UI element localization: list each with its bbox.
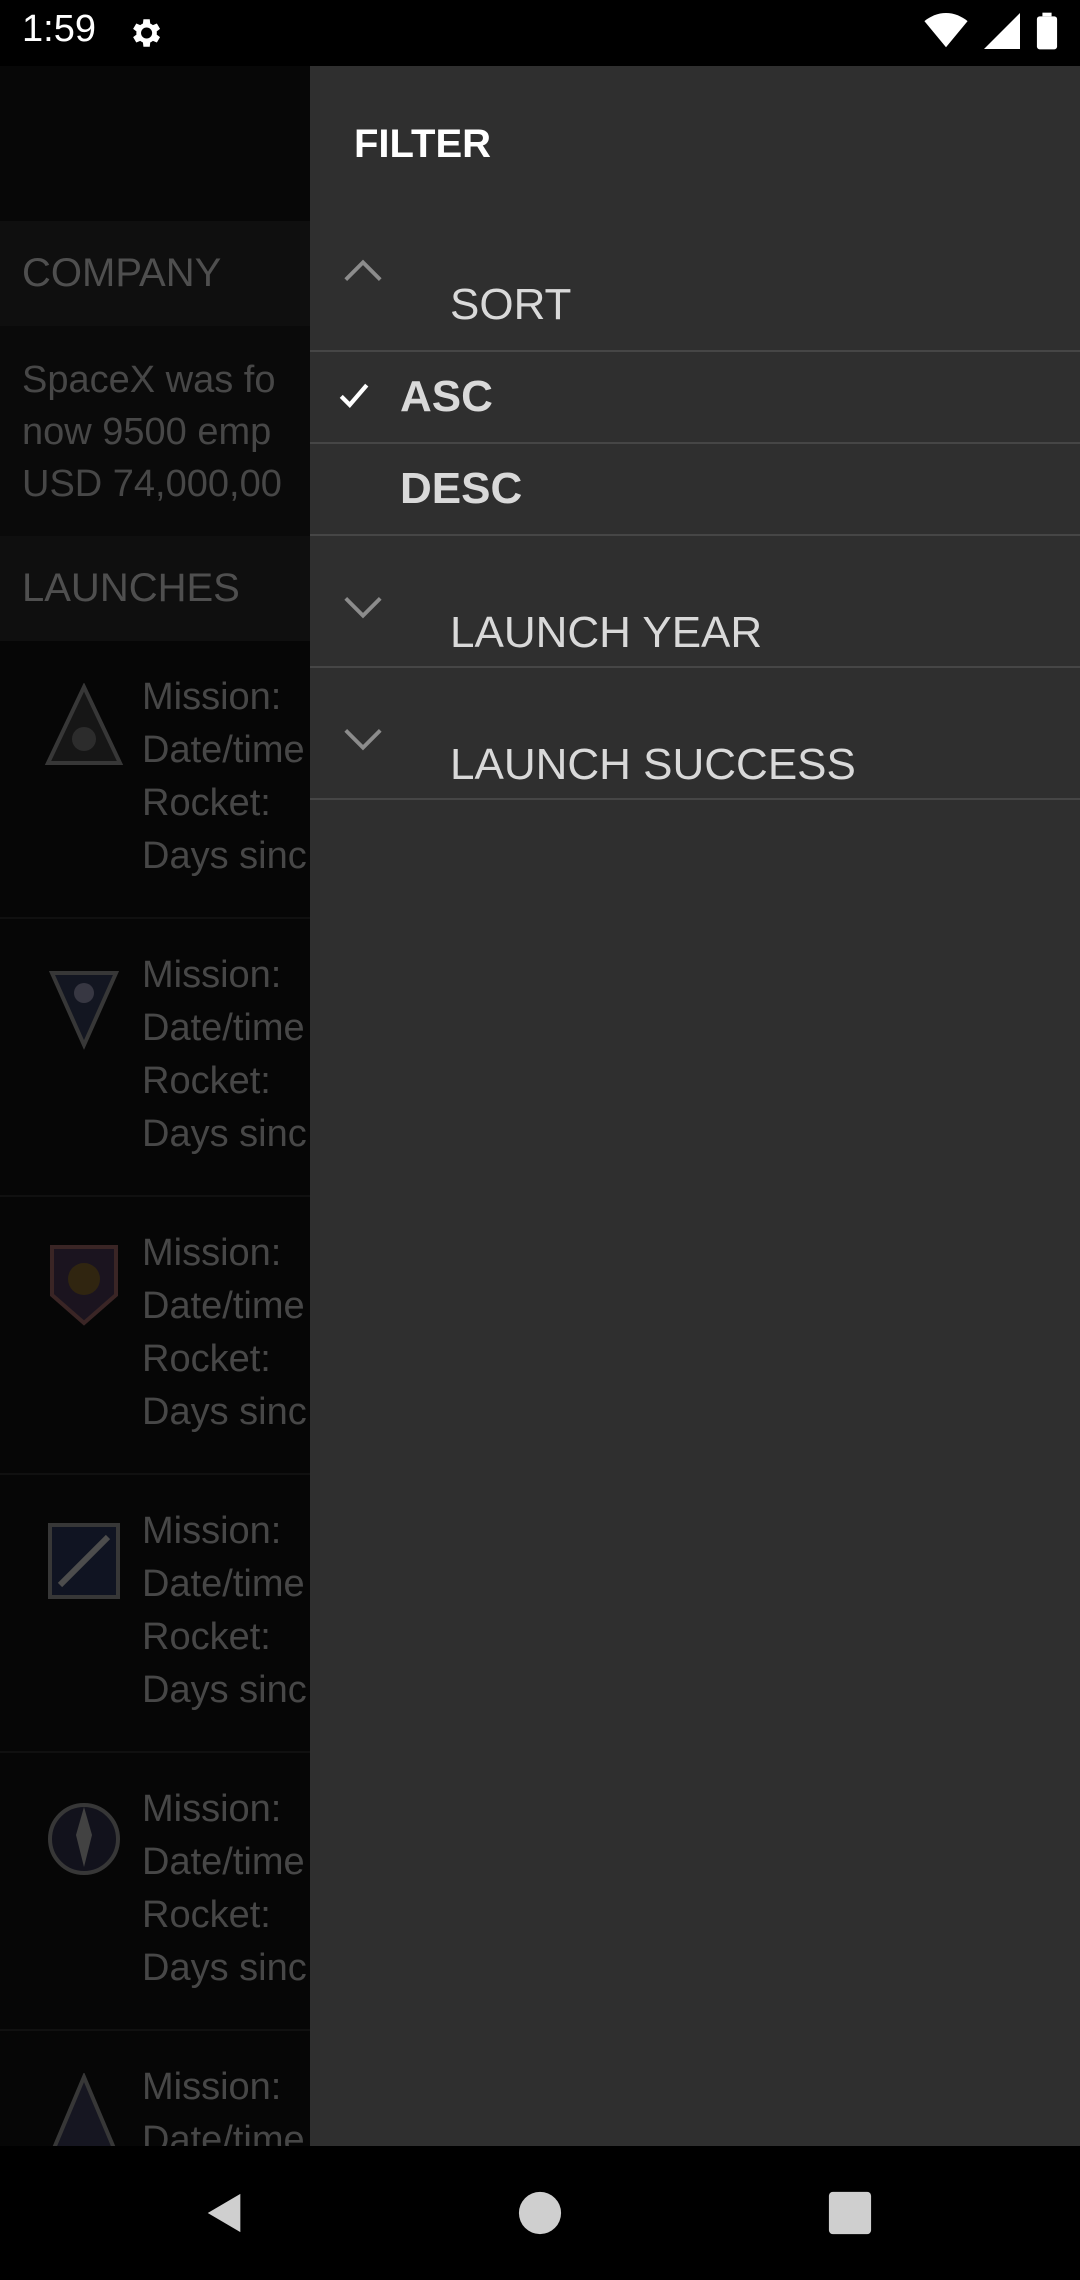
- wifi-icon: [924, 13, 968, 48]
- gear-icon: [133, 19, 161, 47]
- battery-icon: [1036, 12, 1058, 50]
- chevron-up-icon: [344, 259, 382, 281]
- status-bar: 1:59: [0, 0, 1080, 66]
- recents-icon[interactable]: [827, 2190, 873, 2236]
- sort-option-label: ASC: [400, 372, 493, 421]
- sort-option-desc[interactable]: DESC: [310, 444, 1080, 536]
- status-time: 1:59: [22, 8, 96, 50]
- status-icons: [924, 12, 1058, 50]
- chevron-down-icon: [344, 729, 382, 751]
- home-icon[interactable]: [517, 2190, 563, 2236]
- sort-label: SORT: [450, 280, 572, 329]
- back-icon[interactable]: [202, 2190, 248, 2236]
- drawer-title: FILTER: [354, 122, 492, 166]
- drawer-scrim[interactable]: [0, 66, 310, 2146]
- sort-group-header[interactable]: SORT: [310, 256, 1080, 352]
- signal-icon: [984, 13, 1020, 49]
- filter-drawer: FILTER SORT ASC DESC LAUNCH YEAR LAUNCH …: [310, 66, 1080, 2146]
- launch-year-group-header[interactable]: LAUNCH YEAR: [310, 536, 1080, 668]
- launch-year-label: LAUNCH YEAR: [450, 608, 763, 657]
- launch-success-label: LAUNCH SUCCESS: [450, 740, 856, 789]
- checkmark-icon: [339, 383, 369, 409]
- sort-option-asc[interactable]: ASC: [310, 352, 1080, 444]
- chevron-down-icon: [344, 597, 382, 619]
- navigation-bar: [0, 2146, 1080, 2280]
- launch-success-group-header[interactable]: LAUNCH SUCCESS: [310, 668, 1080, 800]
- sort-option-label: DESC: [400, 464, 523, 513]
